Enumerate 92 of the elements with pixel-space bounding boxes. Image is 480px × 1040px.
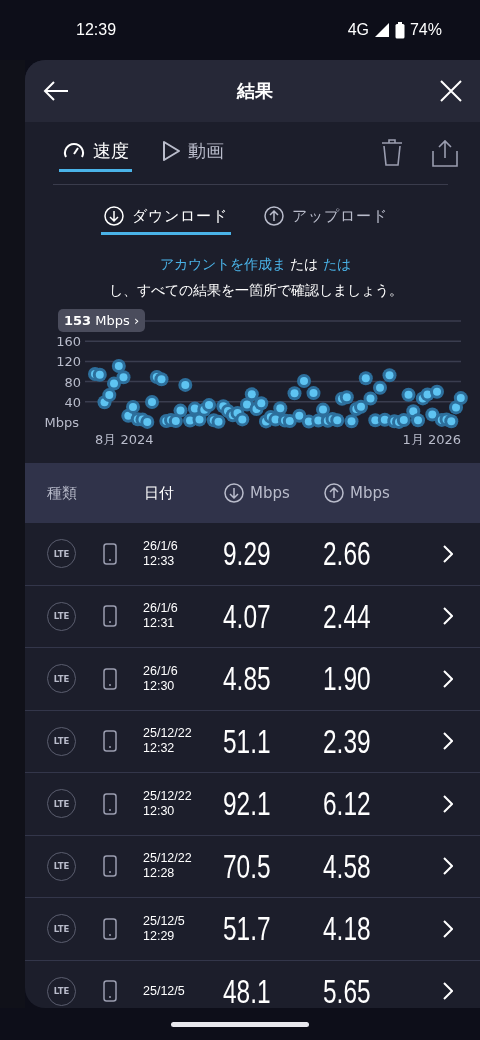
y-axis-label: 160	[56, 334, 81, 350]
chevron-right-icon	[443, 732, 453, 751]
phone-icon	[103, 542, 117, 565]
result-row[interactable]: LTE 25/12/22 12:32 51.1 2.39	[25, 710, 480, 773]
y-axis-label: 80	[64, 374, 81, 390]
test-date: 26/1/6	[143, 601, 179, 617]
upload-icon	[324, 483, 344, 503]
upload-speed: 2.44	[323, 596, 371, 636]
tab[interactable]: アップロード	[260, 202, 391, 235]
share-button[interactable]	[432, 139, 458, 167]
delete-button[interactable]	[380, 139, 404, 167]
upload-speed: 2.39	[323, 721, 371, 761]
x-axis-label: 8月 2024	[95, 432, 154, 445]
signal-icon	[373, 22, 390, 38]
test-date: 26/1/6	[143, 663, 179, 679]
test-date: 25/12/5	[143, 913, 186, 929]
test-date: 25/12/5	[143, 983, 186, 999]
upload-speed: 4.58	[323, 846, 371, 886]
result-row[interactable]: LTE 25/12/22 12:28 70.5 4.58	[25, 835, 480, 898]
download-icon	[224, 483, 244, 503]
result-row[interactable]: LTE 25/12/22 12:30 92.1 6.12	[25, 773, 480, 836]
play-icon	[161, 138, 181, 163]
upload-speed: 5.65	[323, 971, 371, 1008]
chevron-right-icon	[443, 544, 453, 563]
upload-speed: 4.18	[323, 909, 371, 949]
result-row[interactable]: LTE 26/1/6 12:31 4.07 2.44	[25, 585, 480, 648]
phone-icon	[103, 667, 117, 690]
upload-speed: 6.12	[323, 784, 371, 824]
y-axis-unit: Mbps	[45, 415, 79, 430]
clock-time: 12:39	[76, 21, 117, 39]
battery-icon	[394, 21, 405, 39]
tab[interactable]: 速度	[59, 134, 132, 172]
back-arrow-icon	[43, 80, 69, 102]
screen-title: 結果	[236, 79, 273, 103]
column-header: Mbps	[350, 484, 390, 502]
download-speed: 92.1	[223, 784, 271, 824]
phone-icon	[103, 605, 117, 628]
chevron-right-icon	[443, 857, 453, 876]
result-row[interactable]: LTE 25/12/5 12:29 51.7 4.18	[25, 898, 480, 961]
download-speed: 70.5	[223, 846, 271, 886]
battery-percent: 74%	[409, 21, 442, 39]
test-date: 26/1/6	[143, 538, 179, 554]
column-header: 日付	[144, 483, 174, 503]
link[interactable]: たは	[322, 256, 351, 272]
back-button[interactable]	[43, 80, 69, 102]
result-row[interactable]: LTE 26/1/6 12:33 9.29 2.66	[25, 523, 480, 586]
phone-icon	[103, 980, 117, 1003]
close-icon	[440, 80, 462, 102]
upload-icon	[263, 206, 284, 226]
result-row[interactable]: LTE 26/1/6 12:30 4.85 1.90	[25, 648, 480, 711]
download-speed: 4.07	[223, 596, 271, 636]
download-speed: 9.29	[223, 534, 271, 574]
close-button[interactable]	[440, 80, 462, 102]
download-speed: 4.85	[223, 659, 271, 699]
network-label: 4G	[347, 21, 369, 39]
phone-icon	[103, 792, 117, 815]
upload-speed: 1.90	[323, 659, 371, 699]
phone-icon	[103, 855, 117, 878]
y-axis-label: 40	[64, 394, 81, 410]
chevron-right-icon	[443, 607, 453, 626]
tab[interactable]: 動画	[158, 134, 227, 172]
test-time: 12:28	[143, 866, 176, 882]
create-account-link[interactable]: アカウントを作成ま	[160, 256, 287, 272]
phone-icon	[103, 730, 117, 753]
test-date: 25/12/22	[143, 788, 193, 804]
promo-text: アカウントを作成ま たは たは し、すべての結果を一箇所で確認しましょう。	[107, 255, 404, 300]
test-time: 12:29	[143, 928, 176, 944]
test-time: 12:30	[143, 803, 176, 819]
trash-can-icon	[380, 139, 404, 167]
test-time: 12:30	[143, 678, 176, 694]
chevron-right-icon	[443, 669, 453, 688]
test-time: 12:31	[143, 616, 176, 632]
test-time: 12:32	[143, 741, 176, 757]
download-speed: 51.7	[223, 909, 271, 949]
phone-icon	[103, 917, 117, 940]
test-date: 25/12/22	[143, 851, 193, 867]
test-date: 25/12/22	[143, 726, 193, 742]
test-time: 12:33	[143, 553, 176, 569]
column-header: 種類	[47, 483, 77, 503]
share-icon	[432, 139, 458, 167]
chevron-right-icon	[443, 919, 453, 938]
download-icon	[103, 206, 124, 226]
download-speed: 51.1	[223, 721, 271, 761]
column-header: Mbps	[250, 484, 290, 502]
chevron-right-icon	[443, 794, 453, 813]
download-speed: 48.1	[223, 971, 271, 1008]
value-tooltip[interactable]: 153 Mbps ›	[58, 309, 146, 332]
chevron-right-icon	[443, 982, 453, 1001]
tab[interactable]: ダウンロード	[100, 202, 231, 235]
y-axis-label: 120	[56, 354, 81, 370]
x-axis-label: 1月 2026	[402, 432, 461, 445]
upload-speed: 2.66	[323, 534, 371, 574]
